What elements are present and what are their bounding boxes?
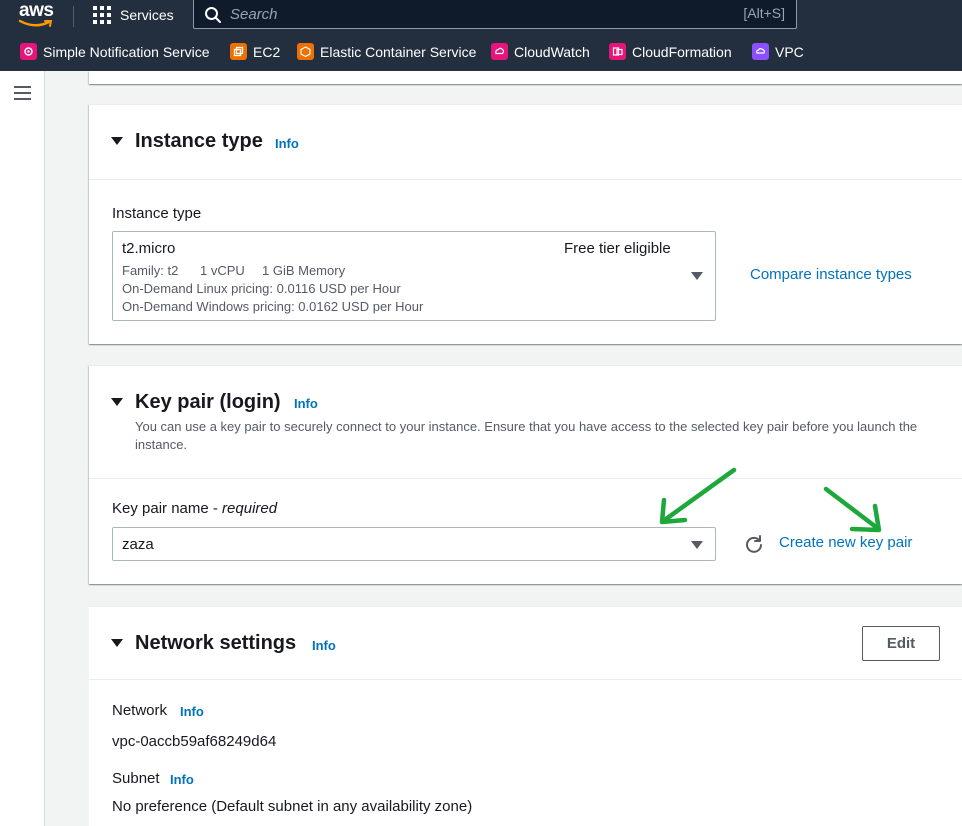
key-pair-panel: Key pair (login) Info You can use a key … [89,365,962,584]
hamburger-menu-icon[interactable] [14,86,31,100]
services-label: Services [120,6,174,23]
dropdown-caret-icon [691,272,703,280]
aws-logo[interactable]: aws [18,0,56,30]
windows-pricing-text: On-Demand Windows pricing: 0.0162 USD pe… [122,299,424,314]
favorite-label: Elastic Container Service [320,43,477,60]
favorite-label: Simple Notification Service [43,43,210,60]
instance-type-title: Instance type [135,130,263,152]
instance-type-header[interactable]: Instance type Info [89,105,962,180]
network-settings-title: Network settings [135,632,297,654]
top-navigation: aws Services [Alt+S] [0,0,962,33]
side-navigation-gutter [0,71,45,826]
network-label: Network [112,702,168,719]
cloudwatch-icon [491,43,508,60]
key-pair-title: Key pair (login) [135,391,281,413]
network-info-link[interactable]: Info [180,704,204,719]
favorite-label: CloudFormation [632,43,732,60]
favorite-vpc[interactable]: VPC [752,43,804,60]
collapse-caret-icon[interactable] [111,398,123,406]
favorites-bar: Simple Notification Service EC2 Elastic … [0,33,962,71]
search-box[interactable]: [Alt+S] [193,0,797,29]
edit-network-button[interactable]: Edit [862,626,940,661]
subnet-info-link[interactable]: Info [170,772,194,787]
favorite-label: CloudWatch [514,43,590,60]
favorite-label: VPC [775,43,804,60]
network-settings-header[interactable]: Network settings Info Edit [89,607,962,680]
services-menu-button[interactable]: Services [93,0,174,29]
favorite-label: EC2 [253,43,281,60]
instance-type-panel: Instance type Info Instance type t2.micr… [89,104,962,344]
key-pair-info-link[interactable]: Info [294,396,318,411]
nav-separator [73,6,74,27]
instance-type-info-link[interactable]: Info [275,136,299,151]
instance-type-select[interactable]: t2.micro Free tier eligible Family: t2 1… [112,231,716,321]
key-pair-header[interactable]: Key pair (login) Info You can use a key … [89,366,962,479]
ec2-icon [230,43,247,60]
instance-type-field-label: Instance type [112,205,202,222]
subnet-label: Subnet [112,770,160,787]
compare-instance-types-link[interactable]: Compare instance types [750,266,912,283]
network-vpc-value: vpc-0accb59af68249d64 [112,733,277,750]
key-pair-description: You can use a key pair to securely conne… [135,419,918,452]
linux-pricing-text: On-Demand Linux pricing: 0.0116 USD per … [122,281,401,296]
previous-panel-bottom [89,71,962,84]
services-grid-icon [93,5,111,24]
search-input[interactable] [230,3,710,25]
key-pair-name-label: Key pair name - required [112,500,277,517]
collapse-caret-icon[interactable] [111,137,123,145]
instance-type-selected-value: t2.micro [122,240,176,257]
favorite-cloudwatch[interactable]: CloudWatch [491,43,590,60]
aws-smile-icon [18,19,53,27]
dropdown-caret-icon [691,541,703,549]
favorite-sns[interactable]: Simple Notification Service [20,43,210,60]
create-new-key-pair-link[interactable]: Create new key pair [779,534,912,551]
search-icon [205,7,221,23]
instance-memory-text: 1 GiB Memory [262,263,346,278]
favorite-cloudformation[interactable]: CloudFormation [609,43,732,60]
instance-vcpu-text: 1 vCPU [200,263,245,278]
favorite-ecs[interactable]: Elastic Container Service [297,43,476,60]
network-settings-panel: Network settings Info Edit Network Info … [89,606,962,826]
vpc-icon [752,43,769,60]
favorite-ec2[interactable]: EC2 [230,43,280,60]
key-pair-selected-value: zaza [122,536,154,553]
instance-family-text: Family: t2 [122,263,179,278]
cloudformation-icon [609,43,626,60]
sns-icon [20,43,37,60]
refresh-icon[interactable] [744,534,764,554]
collapse-caret-icon[interactable] [111,639,123,647]
required-marker: required [222,500,278,517]
key-pair-select[interactable]: zaza [112,527,716,561]
free-tier-badge: Free tier eligible [564,240,671,257]
network-settings-info-link[interactable]: Info [312,638,336,653]
search-shortcut-hint: [Alt+S] [743,5,785,21]
ecs-icon [297,43,314,60]
key-pair-name-label-text: Key pair name - [112,500,223,517]
subnet-value: No preference (Default subnet in any ava… [112,798,473,815]
